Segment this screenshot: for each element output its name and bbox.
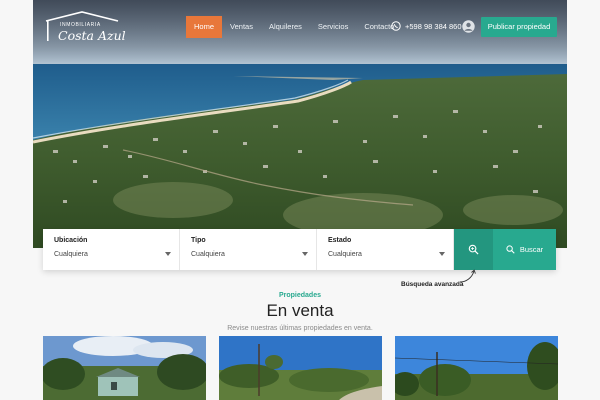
nav-item-ventas[interactable]: Ventas bbox=[222, 16, 261, 38]
section-eyebrow: Propiedades bbox=[278, 292, 321, 299]
zoom-icon bbox=[468, 244, 479, 255]
type-label: Tipo bbox=[191, 237, 206, 244]
property-image bbox=[43, 336, 206, 400]
property-image bbox=[219, 336, 382, 400]
phone-link[interactable]: +598 98 384 860 bbox=[391, 21, 462, 31]
chevron-down-icon bbox=[165, 252, 171, 256]
property-card-3[interactable] bbox=[395, 336, 558, 400]
property-image bbox=[395, 336, 558, 400]
search-bar: Ubicación Cualquiera Tipo Cualquiera Est… bbox=[43, 229, 556, 270]
search-button-label: Buscar bbox=[519, 245, 544, 254]
nav-item-alquileres[interactable]: Alquileres bbox=[261, 16, 310, 38]
status-select[interactable]: Estado Cualquiera bbox=[317, 229, 454, 270]
chevron-down-icon bbox=[439, 252, 445, 256]
publish-property-button[interactable]: Publicar propiedad bbox=[481, 17, 557, 37]
location-value: Cualquiera bbox=[54, 251, 88, 258]
nav-item-servicios[interactable]: Servicios bbox=[310, 16, 356, 38]
nav-item-home[interactable]: Home bbox=[186, 16, 223, 38]
search-button[interactable]: Buscar bbox=[493, 229, 556, 270]
section-subtitle: Revise nuestras últimas propiedades en v… bbox=[227, 325, 373, 332]
chevron-down-icon bbox=[302, 252, 308, 256]
main-nav: Home Ventas Alquileres Servicios Contact… bbox=[186, 16, 402, 38]
advanced-search-link[interactable]: Búsqueda avanzada bbox=[401, 281, 464, 288]
type-select[interactable]: Tipo Cualquiera bbox=[180, 229, 317, 270]
phone-number: +598 98 384 860 bbox=[405, 21, 462, 31]
status-label: Estado bbox=[328, 237, 352, 244]
section-title: En venta bbox=[266, 301, 334, 320]
brand-logo[interactable]: INMOBILIARIA Costa Azul bbox=[44, 11, 126, 43]
page: INMOBILIARIA Costa Azul Home Ventas Alqu… bbox=[0, 0, 600, 400]
search-icon bbox=[506, 245, 515, 254]
type-value: Cualquiera bbox=[191, 251, 225, 258]
user-icon[interactable] bbox=[462, 20, 475, 33]
brand-name: Costa Azul bbox=[58, 28, 126, 43]
whatsapp-icon bbox=[391, 21, 401, 31]
property-card-1[interactable] bbox=[43, 336, 206, 400]
status-value: Cualquiera bbox=[328, 251, 362, 258]
location-select[interactable]: Ubicación Cualquiera bbox=[43, 229, 180, 270]
advanced-search-button[interactable] bbox=[454, 229, 493, 270]
property-card-2[interactable] bbox=[219, 336, 382, 400]
location-label: Ubicación bbox=[54, 237, 88, 244]
